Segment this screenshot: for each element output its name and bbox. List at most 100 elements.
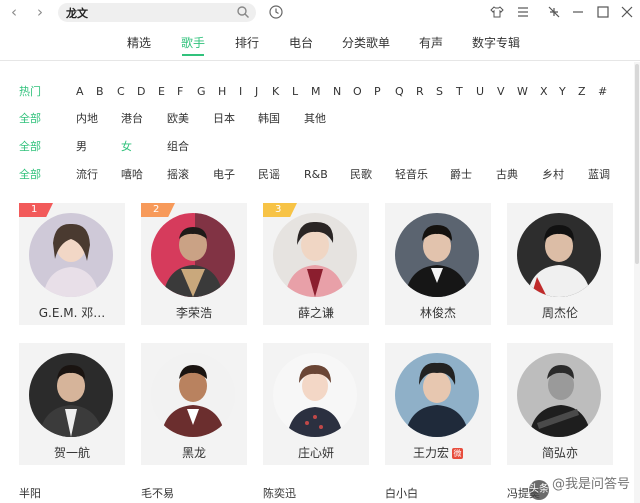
singer-avatar[interactable] — [273, 353, 357, 437]
initial-filter-item[interactable]: V — [497, 84, 505, 100]
initial-filter-item[interactable]: Q — [395, 84, 404, 100]
initial-filter-item[interactable]: B — [96, 84, 104, 100]
singer-name[interactable]: 林俊杰 — [385, 304, 491, 321]
initial-filter-item[interactable]: P — [374, 84, 381, 100]
initial-filter-item[interactable]: A — [76, 84, 84, 100]
singer-avatar[interactable] — [273, 213, 357, 297]
singer-avatar[interactable] — [395, 353, 479, 437]
initial-filter-item[interactable]: G — [197, 84, 206, 100]
singer-avatar[interactable] — [151, 353, 235, 437]
initial-filter-item[interactable]: X — [540, 84, 548, 100]
gender-filter-item[interactable]: 男 — [76, 139, 87, 155]
gender-filter-all[interactable]: 全部 — [19, 139, 41, 155]
initial-filter-item[interactable]: S — [436, 84, 443, 100]
singer-name[interactable]: 李荣浩 — [141, 304, 247, 321]
genre-filter-item[interactable]: 蓝调 — [588, 167, 610, 183]
singer-name[interactable]: 王力宏微 — [385, 444, 491, 461]
singer-avatar[interactable] — [395, 213, 479, 297]
singer-card[interactable]: 庄心妍 — [263, 343, 369, 465]
singer-avatar[interactable] — [517, 353, 601, 437]
initial-filter-item[interactable]: H — [218, 84, 226, 100]
close-icon[interactable] — [620, 5, 634, 19]
singer-name[interactable]: 庄心妍 — [263, 444, 369, 461]
gender-filter-item[interactable]: 女 — [121, 139, 132, 155]
tab-audiobooks[interactable]: 有声 — [419, 34, 443, 56]
singer-card[interactable]: 周杰伦 — [507, 203, 613, 325]
initial-filter-item[interactable]: L — [292, 84, 298, 100]
initial-filter-item[interactable]: F — [177, 84, 183, 100]
mini-mode-icon[interactable] — [547, 5, 561, 19]
region-filter-item[interactable]: 日本 — [213, 111, 235, 127]
initial-filter-item[interactable]: # — [598, 84, 607, 100]
initial-filter-item[interactable]: K — [272, 84, 279, 100]
initial-filter-item[interactable]: D — [137, 84, 145, 100]
tab-radio[interactable]: 电台 — [289, 34, 313, 56]
tab-playlists[interactable]: 分类歌单 — [342, 34, 390, 56]
region-filter-item[interactable]: 韩国 — [258, 111, 280, 127]
tab-singers[interactable]: 歌手 — [181, 34, 205, 56]
singer-name[interactable]: 白小白 — [385, 485, 418, 501]
skin-icon[interactable] — [490, 5, 504, 19]
singer-avatar[interactable] — [151, 213, 235, 297]
genre-filter-item[interactable]: 民歌 — [350, 167, 372, 183]
initial-filter-item[interactable]: W — [517, 84, 528, 100]
genre-filter-item[interactable]: R&B — [304, 167, 328, 183]
singer-name[interactable]: 陈奕迅 — [263, 485, 296, 501]
singer-card[interactable]: 贺一航 — [19, 343, 125, 465]
initial-filter-item[interactable]: J — [255, 84, 258, 100]
tab-featured[interactable]: 精选 — [127, 34, 151, 56]
genre-filter-item[interactable]: 嘻哈 — [121, 167, 143, 183]
initial-filter-item[interactable]: Y — [559, 84, 566, 100]
singer-card[interactable]: 1 G.E.M. 邓… — [19, 203, 125, 325]
singer-name[interactable]: 半阳 — [19, 485, 41, 501]
region-filter-item[interactable]: 内地 — [76, 111, 98, 127]
initial-filter-item[interactable]: C — [117, 84, 125, 100]
initial-filter-item[interactable]: Z — [578, 84, 586, 100]
genre-filter-all[interactable]: 全部 — [19, 167, 41, 183]
menu-icon[interactable] — [516, 5, 530, 19]
region-filter-all[interactable]: 全部 — [19, 111, 41, 127]
genre-filter-item[interactable]: 摇滚 — [167, 167, 189, 183]
region-filter-item[interactable]: 港台 — [121, 111, 143, 127]
initial-filter-item[interactable]: E — [158, 84, 165, 100]
singer-name[interactable]: G.E.M. 邓… — [19, 304, 125, 321]
singer-card[interactable]: 黑龙 — [141, 343, 247, 465]
gender-filter-item[interactable]: 组合 — [167, 139, 189, 155]
singer-name[interactable]: 简弘亦 — [507, 444, 613, 461]
singer-name[interactable]: 黑龙 — [141, 444, 247, 461]
singer-avatar[interactable] — [29, 353, 113, 437]
initial-filter-item[interactable]: T — [456, 84, 463, 100]
search-input[interactable] — [66, 4, 226, 21]
initial-filter-item[interactable]: I — [239, 84, 242, 100]
genre-filter-item[interactable]: 流行 — [76, 167, 98, 183]
initial-filter-item[interactable]: O — [353, 84, 362, 100]
initial-filter-item[interactable]: U — [476, 84, 484, 100]
singer-name[interactable]: 毛不易 — [141, 485, 174, 501]
singer-card[interactable]: 3 薛之谦 — [263, 203, 369, 325]
genre-filter-item[interactable]: 民谣 — [258, 167, 280, 183]
singer-avatar[interactable] — [517, 213, 601, 297]
history-icon[interactable] — [268, 4, 284, 20]
maximize-icon[interactable] — [596, 5, 610, 19]
singer-card[interactable]: 简弘亦 — [507, 343, 613, 465]
initial-filter-hot[interactable]: 热门 — [19, 84, 41, 100]
tab-charts[interactable]: 排行 — [235, 34, 259, 56]
singer-name[interactable]: 贺一航 — [19, 444, 125, 461]
back-arrow-icon[interactable]: ‹ — [6, 3, 22, 21]
initial-filter-item[interactable]: M — [311, 84, 321, 100]
singer-card[interactable]: 王力宏微 — [385, 343, 491, 465]
initial-filter-item[interactable]: R — [416, 84, 424, 100]
genre-filter-item[interactable]: 轻音乐 — [395, 167, 428, 183]
vertical-scrollbar[interactable] — [634, 62, 640, 503]
search-icon[interactable] — [236, 5, 250, 19]
minimize-icon[interactable] — [571, 5, 585, 19]
singer-name[interactable]: 周杰伦 — [507, 304, 613, 321]
region-filter-item[interactable]: 欧美 — [167, 111, 189, 127]
genre-filter-item[interactable]: 电子 — [213, 167, 235, 183]
forward-arrow-icon[interactable]: › — [32, 3, 48, 21]
singer-avatar[interactable] — [29, 213, 113, 297]
genre-filter-item[interactable]: 古典 — [496, 167, 518, 183]
region-filter-item[interactable]: 其他 — [304, 111, 326, 127]
singer-card[interactable]: 林俊杰 — [385, 203, 491, 325]
genre-filter-item[interactable]: 乡村 — [542, 167, 564, 183]
